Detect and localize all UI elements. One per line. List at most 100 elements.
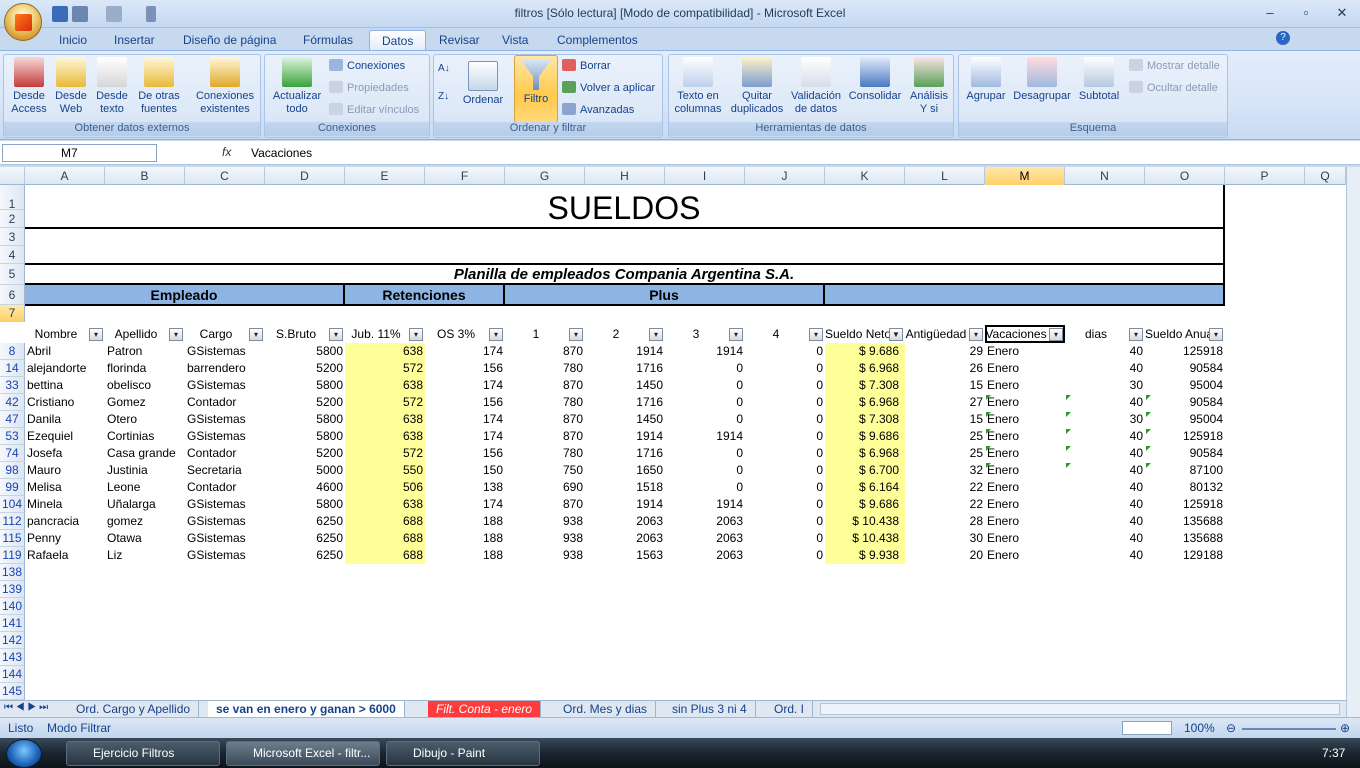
table-cell[interactable]: 90584 [1145, 394, 1225, 411]
table-cell[interactable]: $ 7.308 [825, 377, 905, 394]
table-cell[interactable]: 1914 [585, 343, 665, 360]
table-cell[interactable]: 6250 [265, 547, 345, 564]
close-button[interactable]: ✕ [1330, 4, 1354, 22]
column-filter-header[interactable]: Cargo ▾ [185, 325, 265, 343]
otras-fuentes-button[interactable]: De otras fuentes [134, 57, 184, 116]
table-cell[interactable]: 0 [745, 530, 825, 547]
table-cell[interactable]: Rafaela [25, 547, 105, 564]
table-cell[interactable]: 638 [345, 411, 425, 428]
volver-aplicar-button[interactable]: Volver a aplicar [562, 81, 655, 95]
desde-web-button[interactable]: Desde Web [51, 57, 91, 116]
table-cell[interactable]: 129188 [1145, 547, 1225, 564]
table-cell[interactable]: 40 [1065, 496, 1145, 513]
table-cell[interactable]: GSistemas [185, 428, 265, 445]
table-cell[interactable]: 1914 [665, 428, 745, 445]
fx-icon[interactable]: fx [222, 145, 231, 159]
validacion-button[interactable]: Validación de datos [787, 57, 845, 116]
minimize-button[interactable]: – [1258, 4, 1282, 22]
table-cell[interactable]: 135688 [1145, 513, 1225, 530]
column-filter-header[interactable]: 1 ▾ [505, 325, 585, 343]
row-header[interactable]: 115 [0, 530, 25, 547]
table-cell[interactable]: 40 [1065, 547, 1145, 564]
column-header-f[interactable]: F [425, 167, 505, 185]
table-cell[interactable]: Penny [25, 530, 105, 547]
table-cell[interactable]: 5200 [265, 360, 345, 377]
table-cell[interactable]: 0 [745, 411, 825, 428]
table-cell[interactable]: GSistemas [185, 547, 265, 564]
table-cell[interactable]: gomez [105, 513, 185, 530]
table-cell[interactable]: 0 [745, 377, 825, 394]
column-filter-header[interactable]: 2 ▾ [585, 325, 665, 343]
sort-za-icon[interactable]: Z↓ [438, 91, 456, 109]
row-header[interactable]: 8 [0, 343, 25, 360]
column-header-a[interactable]: A [25, 167, 105, 185]
table-cell[interactable]: 15 [905, 377, 985, 394]
table-cell[interactable]: 40 [1065, 462, 1145, 479]
filter-dropdown-icon[interactable]: ▾ [489, 328, 503, 341]
table-cell[interactable]: 0 [745, 428, 825, 445]
table-cell[interactable]: Melisa [25, 479, 105, 496]
filter-dropdown-icon[interactable]: ▾ [89, 328, 103, 341]
row-header[interactable]: 143 [0, 649, 25, 666]
name-box[interactable]: M7 [2, 144, 157, 162]
agrupar-button[interactable]: Agrupar [961, 57, 1011, 103]
table-cell[interactable]: 2063 [665, 547, 745, 564]
table-cell[interactable]: 0 [745, 394, 825, 411]
sheet-tab[interactable]: sin Plus 3 ni 4 [664, 701, 756, 717]
table-cell[interactable]: Contador [185, 479, 265, 496]
tab-complementos[interactable]: Complementos [551, 30, 644, 50]
table-cell[interactable]: 80132 [1145, 479, 1225, 496]
row-header[interactable]: 145 [0, 683, 25, 700]
quitar-duplicados-button[interactable]: Quitar duplicados [729, 57, 785, 116]
column-header-e[interactable]: E [345, 167, 425, 185]
table-cell[interactable]: 638 [345, 496, 425, 513]
table-cell[interactable]: Enero [985, 394, 1065, 411]
worksheet-grid[interactable]: ABCDEFGHIJKLMNOPQ 1 2 3 4 5 6 7 SUELDOS Planilla… [0, 167, 1346, 700]
table-cell[interactable]: GSistemas [185, 496, 265, 513]
column-header-m[interactable]: M [985, 167, 1065, 185]
row-header[interactable]: 112 [0, 513, 25, 530]
column-header-k[interactable]: K [825, 167, 905, 185]
row-header[interactable]: 119 [0, 547, 25, 564]
table-cell[interactable]: 1914 [665, 343, 745, 360]
editar-vinculos-button[interactable]: Editar vínculos [329, 103, 419, 117]
sheet-tab[interactable]: Ord. Mes y dias [555, 701, 657, 717]
table-cell[interactable]: 174 [425, 428, 505, 445]
tab-vista[interactable]: Vista [496, 30, 534, 50]
table-cell[interactable]: Enero [985, 462, 1065, 479]
table-cell[interactable]: 572 [345, 360, 425, 377]
table-cell[interactable]: 174 [425, 496, 505, 513]
column-filter-header[interactable]: Sueldo Neto ▼ [825, 325, 905, 343]
table-cell[interactable]: 638 [345, 377, 425, 394]
table-cell[interactable]: Gomez [105, 394, 185, 411]
table-cell[interactable]: $ 6.700 [825, 462, 905, 479]
office-button[interactable] [4, 3, 42, 41]
table-cell[interactable]: $ 10.438 [825, 513, 905, 530]
table-cell[interactable]: 0 [745, 343, 825, 360]
table-cell[interactable]: 1518 [585, 479, 665, 496]
row-header[interactable]: 104 [0, 496, 25, 513]
filter-dropdown-icon[interactable]: ▾ [169, 328, 183, 341]
table-cell[interactable]: 26 [905, 360, 985, 377]
table-cell[interactable]: 90584 [1145, 360, 1225, 377]
table-cell[interactable]: Enero [985, 530, 1065, 547]
filter-dropdown-icon[interactable]: ▾ [1049, 328, 1063, 341]
tab-insertar[interactable]: Insertar [108, 30, 161, 50]
table-cell[interactable]: Enero [985, 479, 1065, 496]
row-header[interactable]: 47 [0, 411, 25, 428]
column-filter-header[interactable]: S.Bruto ▾ [265, 325, 345, 343]
table-cell[interactable]: Enero [985, 445, 1065, 462]
filter-dropdown-icon[interactable]: ▾ [1209, 328, 1223, 341]
row-header[interactable]: 33 [0, 377, 25, 394]
table-cell[interactable]: 156 [425, 360, 505, 377]
table-cell[interactable]: Danila [25, 411, 105, 428]
tab-diseno[interactable]: Diseño de página [177, 30, 282, 50]
help-icon[interactable]: ? [1276, 31, 1290, 45]
column-filter-header[interactable]: dias ▾ [1065, 325, 1145, 343]
actualizar-todo-button[interactable]: Actualizar todo [268, 57, 326, 116]
table-cell[interactable]: Josefa [25, 445, 105, 462]
filter-dropdown-icon[interactable]: ▾ [729, 328, 743, 341]
table-cell[interactable]: 6250 [265, 530, 345, 547]
table-cell[interactable]: 938 [505, 547, 585, 564]
table-cell[interactable]: 32 [905, 462, 985, 479]
